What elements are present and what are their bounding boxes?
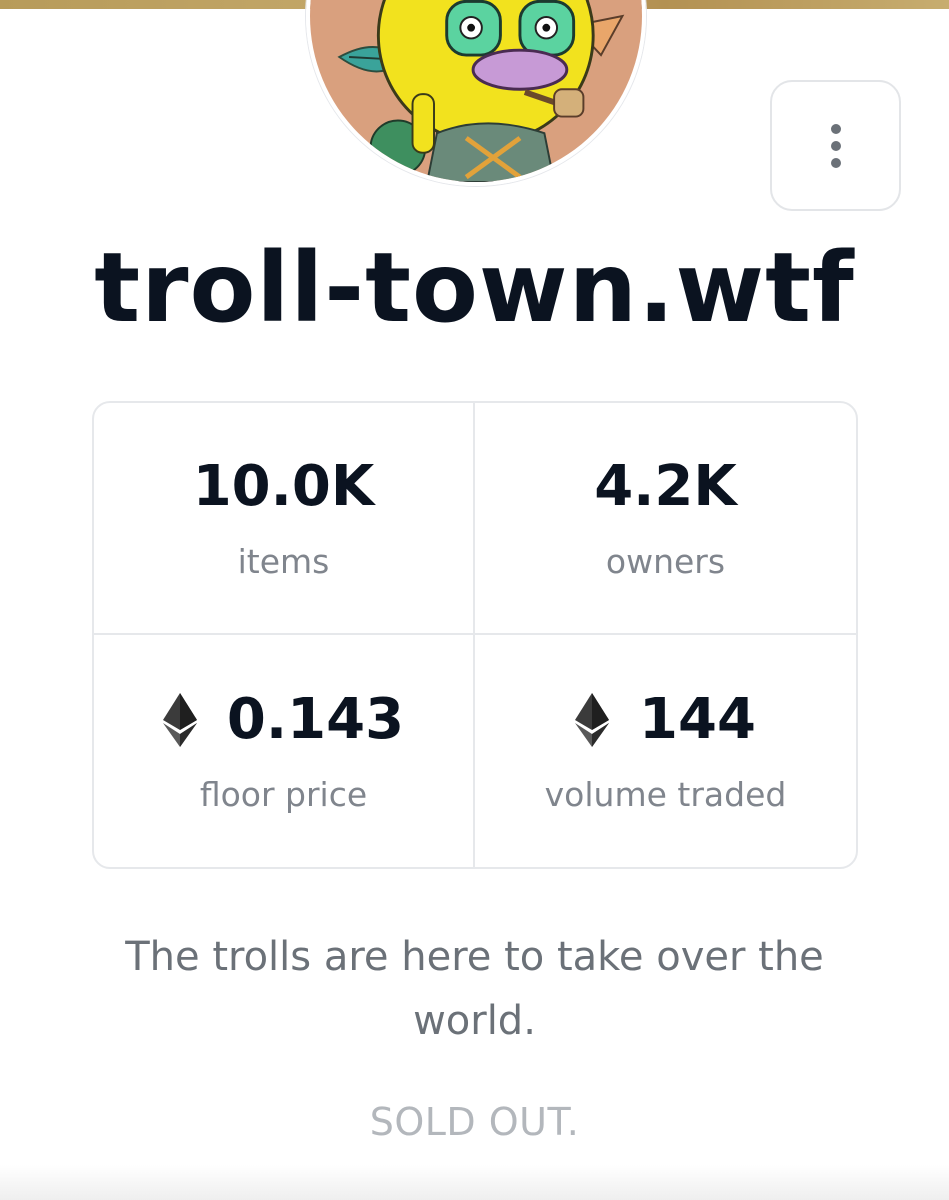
stat-volume-traded[interactable]: 144 volume traded: [475, 635, 856, 867]
stat-floor-price-value-row: 0.143: [162, 686, 405, 752]
more-options-button[interactable]: [770, 80, 901, 211]
troll-avatar-image: [310, 0, 642, 182]
stat-floor-price-value: 0.143: [226, 686, 405, 752]
stat-owners-label: owners: [605, 541, 726, 581]
stat-volume-traded-value-row: 144: [575, 686, 756, 752]
collection-description: The trolls are here to take over the wor…: [125, 934, 824, 1044]
stat-items[interactable]: 10.0K items: [94, 403, 475, 635]
footer-shadow: [0, 1165, 949, 1200]
more-vertical-icon: [830, 123, 841, 168]
stat-volume-traded-label: volume traded: [544, 774, 787, 814]
stat-volume-traded-value: 144: [639, 686, 756, 752]
collection-title: troll-town.wtf: [94, 232, 855, 344]
stats-grid: 10.0K items 4.2K owners 0.143 floor pric…: [92, 401, 858, 869]
stat-items-label: items: [237, 541, 330, 581]
ethereum-icon: [162, 692, 197, 747]
ethereum-icon: [575, 692, 610, 747]
collection-avatar: [306, 0, 646, 186]
stat-floor-price[interactable]: 0.143 floor price: [94, 635, 475, 867]
sold-out-status: SOLD OUT.: [369, 1100, 580, 1144]
stat-owners[interactable]: 4.2K owners: [475, 403, 856, 635]
stat-owners-value: 4.2K: [594, 453, 737, 519]
stat-floor-price-label: floor price: [199, 774, 368, 814]
collection-page: troll-town.wtf 10.0K items 4.2K owners 0…: [0, 0, 949, 1200]
stat-items-value: 10.0K: [192, 453, 375, 519]
